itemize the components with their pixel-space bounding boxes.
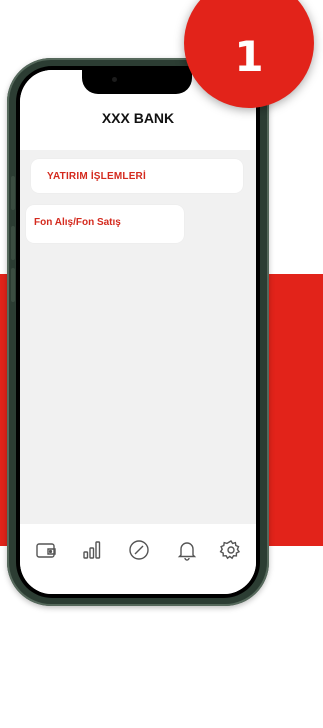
phone-screen: XXX BANK YATIRIM İŞLEMLERİ Fon Alış/Fon … [16, 66, 260, 598]
bank-title: XXX BANK [101, 110, 175, 126]
menu-item-label: Fon Alış/Fon Satış [34, 217, 121, 228]
bottom-tab-bar [20, 524, 256, 594]
step-number: 1 [234, 32, 264, 81]
menu-item-fon-alis-satis[interactable]: Fon Alış/Fon Satış [26, 205, 184, 243]
banner-text-line-1: Fro [286, 558, 323, 586]
banner-text-line-3: Th [286, 700, 320, 728]
menu-item-yatirim-islemleri[interactable]: YATIRIM İŞLEMLERİ [31, 159, 243, 193]
phone-side-button [11, 226, 15, 260]
gear-icon[interactable] [219, 538, 243, 562]
phone-side-button [11, 268, 15, 302]
bar-chart-icon[interactable] [80, 538, 104, 562]
phone-notch [82, 70, 192, 94]
camera-dot [112, 77, 117, 82]
phone-side-button [11, 176, 15, 210]
banner-text-line-2: Tra [286, 666, 323, 694]
compass-icon[interactable] [127, 538, 151, 562]
app-screen: XXX BANK YATIRIM İŞLEMLERİ Fon Alış/Fon … [20, 70, 256, 594]
bell-icon[interactable] [175, 538, 199, 562]
menu-item-label: YATIRIM İŞLEMLERİ [47, 171, 146, 182]
wallet-icon[interactable] [34, 538, 58, 562]
